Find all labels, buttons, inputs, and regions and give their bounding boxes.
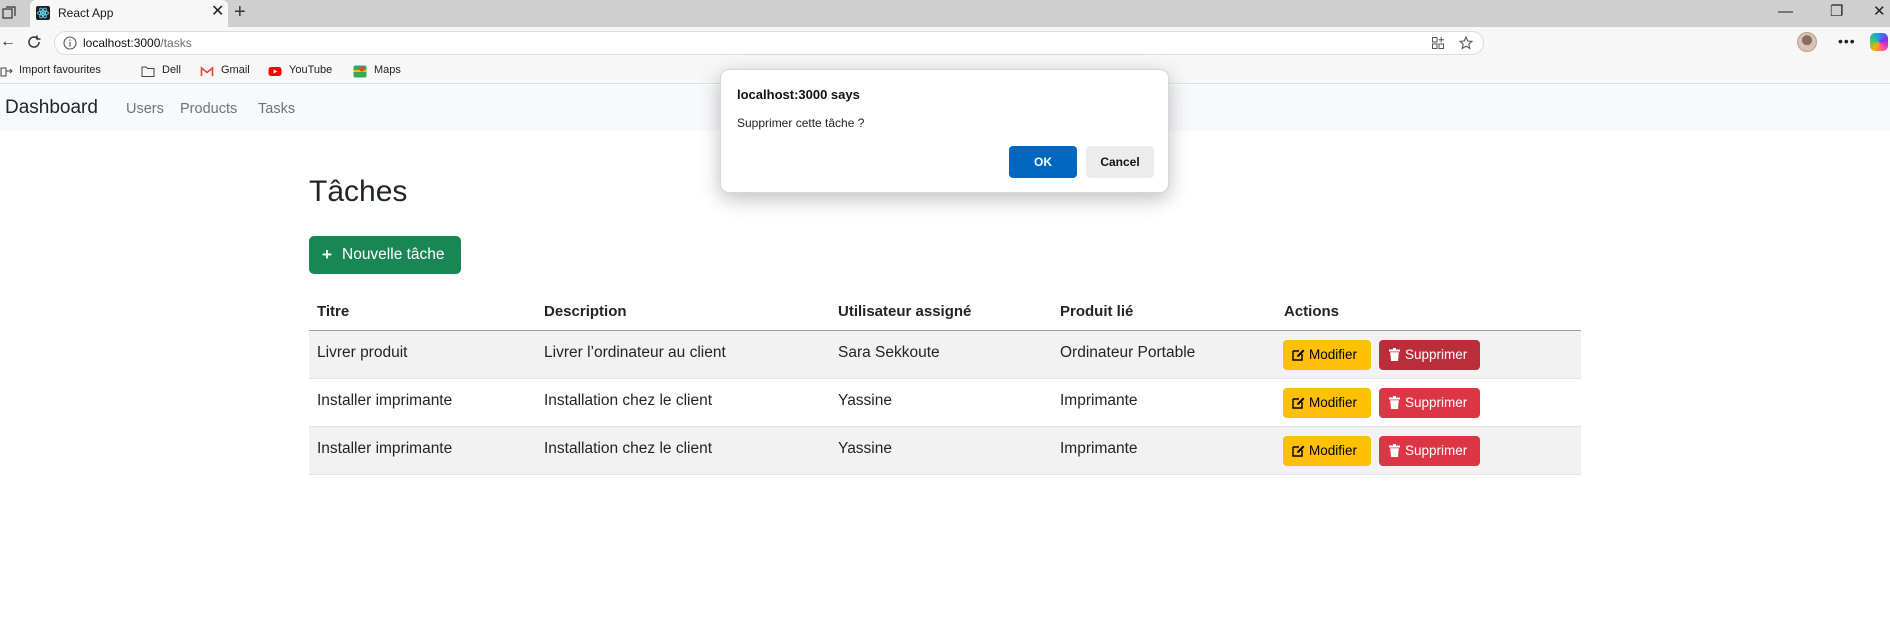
import-favourites-icon xyxy=(0,67,13,77)
tab-title: React App xyxy=(58,6,114,20)
maps-icon xyxy=(353,65,367,78)
column-header-utilisateur: Utilisateur assigné xyxy=(838,303,972,320)
site-info-icon[interactable] xyxy=(63,36,77,50)
delete-label: Supprimer xyxy=(1405,443,1468,458)
trash-icon xyxy=(1389,348,1400,361)
table-row: Installer imprimante Installation chez l… xyxy=(309,379,1581,427)
cell-produit: Imprimante xyxy=(1060,440,1138,457)
browser-tab-bar: React App ✕ + — ❐ ✕ xyxy=(0,0,1890,27)
tab-close-icon[interactable]: ✕ xyxy=(211,4,224,20)
url-text: localhost:3000/tasks xyxy=(83,36,192,50)
cell-titre: Installer imprimante xyxy=(317,440,453,457)
trash-icon xyxy=(1389,444,1400,457)
column-header-produit: Produit lié xyxy=(1060,303,1134,320)
trash-icon xyxy=(1389,396,1400,409)
back-icon[interactable]: ← xyxy=(0,33,16,51)
app-available-icon[interactable] xyxy=(1431,36,1445,50)
edit-label: Modifier xyxy=(1309,443,1358,458)
cell-produit: Imprimante xyxy=(1060,392,1138,409)
profile-avatar[interactable] xyxy=(1797,32,1817,52)
dialog-cancel-button[interactable]: Cancel xyxy=(1086,146,1154,178)
folder-icon xyxy=(141,66,155,77)
bookmark-maps[interactable]: Maps xyxy=(374,64,401,76)
cell-description: Installation chez le client xyxy=(544,392,713,409)
delete-button[interactable]: Supprimer xyxy=(1379,436,1480,466)
cell-description: Livrer l’ordinateur au client xyxy=(544,344,726,361)
tab-actions-icon[interactable] xyxy=(2,6,16,20)
edit-button[interactable]: Modifier xyxy=(1283,340,1371,370)
cell-produit: Ordinateur Portable xyxy=(1060,344,1196,361)
nav-link-products[interactable]: Products xyxy=(180,101,237,117)
copilot-icon[interactable] xyxy=(1870,33,1888,51)
more-options-icon[interactable]: ••• xyxy=(1838,33,1856,49)
cell-description: Installation chez le client xyxy=(544,440,713,457)
confirm-dialog: localhost:3000 says Supprimer cette tâch… xyxy=(720,69,1169,193)
delete-label: Supprimer xyxy=(1405,347,1468,362)
edit-icon xyxy=(1292,349,1305,361)
restore-icon[interactable]: ❐ xyxy=(1830,4,1843,20)
youtube-icon xyxy=(268,67,282,76)
bookmark-gmail[interactable]: Gmail xyxy=(221,64,250,76)
plus-icon: + xyxy=(322,245,332,264)
delete-label: Supprimer xyxy=(1405,395,1468,410)
bookmark-import-favourites[interactable]: Import favourites xyxy=(19,64,101,76)
browser-tab[interactable]: React App ✕ xyxy=(30,0,228,27)
new-task-label: Nouvelle tâche xyxy=(342,246,445,263)
table-row: Installer imprimante Installation chez l… xyxy=(309,427,1581,475)
refresh-icon[interactable] xyxy=(26,34,42,50)
close-window-icon[interactable]: ✕ xyxy=(1873,4,1886,20)
address-bar[interactable]: localhost:3000/tasks xyxy=(54,31,1484,55)
edit-button[interactable]: Modifier xyxy=(1283,388,1371,418)
favourite-star-icon[interactable] xyxy=(1459,36,1473,50)
react-favicon-icon xyxy=(36,6,50,20)
dialog-ok-button[interactable]: OK xyxy=(1009,146,1077,178)
navbar-brand[interactable]: Dashboard xyxy=(5,97,98,119)
new-task-button[interactable]: + Nouvelle tâche xyxy=(309,236,461,274)
new-tab-icon[interactable]: + xyxy=(234,2,246,22)
edit-icon xyxy=(1292,397,1305,409)
cell-titre: Installer imprimante xyxy=(317,392,453,409)
delete-button[interactable]: Supprimer xyxy=(1379,340,1480,370)
bookmark-dell[interactable]: Dell xyxy=(162,64,181,76)
dialog-title: localhost:3000 says xyxy=(737,87,860,102)
minimize-icon[interactable]: — xyxy=(1778,4,1793,20)
column-header-titre: Titre xyxy=(317,303,350,320)
nav-link-tasks[interactable]: Tasks xyxy=(258,101,295,117)
delete-button[interactable]: Supprimer xyxy=(1379,388,1480,418)
edit-icon xyxy=(1292,445,1305,457)
cell-utilisateur: Yassine xyxy=(838,440,892,457)
page-title: Tâches xyxy=(309,175,408,208)
browser-toolbar: ← localhost:3000/tasks ••• xyxy=(0,27,1890,59)
gmail-icon xyxy=(200,66,214,76)
edit-button[interactable]: Modifier xyxy=(1283,436,1371,466)
cell-utilisateur: Yassine xyxy=(838,392,892,409)
column-header-description: Description xyxy=(544,303,627,320)
edit-label: Modifier xyxy=(1309,347,1358,362)
bookmark-youtube[interactable]: YouTube xyxy=(289,64,332,76)
nav-link-users[interactable]: Users xyxy=(126,101,164,117)
dialog-message: Supprimer cette tâche ? xyxy=(737,116,865,130)
cell-utilisateur: Sara Sekkoute xyxy=(838,344,940,361)
edit-label: Modifier xyxy=(1309,395,1358,410)
column-header-actions: Actions xyxy=(1284,303,1340,320)
cell-titre: Livrer produit xyxy=(317,344,408,361)
table-row: Livrer produit Livrer l’ordinateur au cl… xyxy=(309,331,1581,379)
